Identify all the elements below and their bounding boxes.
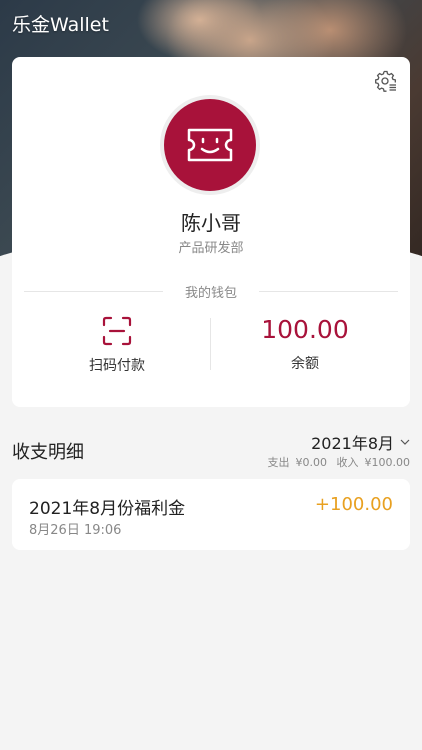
records-title: 收支明细 (12, 442, 84, 463)
scan-pay-button[interactable]: 扫码付款 (18, 315, 216, 385)
scan-icon (102, 316, 132, 346)
divider-line-right (259, 291, 399, 292)
settings-gear-icon[interactable] (374, 69, 398, 93)
profile-card: 陈小哥 产品研发部 我的钱包 扫码付款 100.00 余额 (12, 57, 410, 407)
user-name: 陈小哥 (181, 211, 241, 235)
month-selector-label: 2021年8月 (311, 434, 394, 453)
ticket-smile-icon (164, 99, 256, 191)
month-selector[interactable]: 2021年8月 (311, 430, 410, 454)
balance-value: 100.00 (261, 315, 349, 344)
chevron-down-icon (400, 439, 410, 445)
transaction-amount: +100.00 (314, 494, 393, 515)
app-title: 乐金Wallet (12, 14, 109, 36)
expense-label: 支出 (267, 456, 290, 469)
transaction-time: 8月26日 19:06 (29, 523, 122, 538)
transaction-item[interactable]: 2021年8月份福利金 8月26日 19:06 +100.00 (12, 479, 410, 550)
expense-value: ¥0.00 (295, 456, 328, 469)
monthly-summary: 支出 ¥0.00 收入 ¥100.00 (262, 454, 411, 470)
avatar (160, 95, 260, 195)
balance-button[interactable]: 100.00 余额 (206, 315, 404, 385)
income-value: ¥100.00 (364, 456, 411, 469)
divider-line-left (24, 291, 163, 292)
wallet-divider: 我的钱包 (24, 282, 399, 301)
income-label: 收入 (336, 456, 359, 469)
user-department: 产品研发部 (178, 241, 244, 256)
balance-label: 余额 (291, 356, 319, 372)
scan-pay-label: 扫码付款 (89, 358, 145, 374)
wallet-section-label: 我的钱包 (185, 286, 238, 301)
transaction-title: 2021年8月份福利金 (29, 499, 186, 519)
